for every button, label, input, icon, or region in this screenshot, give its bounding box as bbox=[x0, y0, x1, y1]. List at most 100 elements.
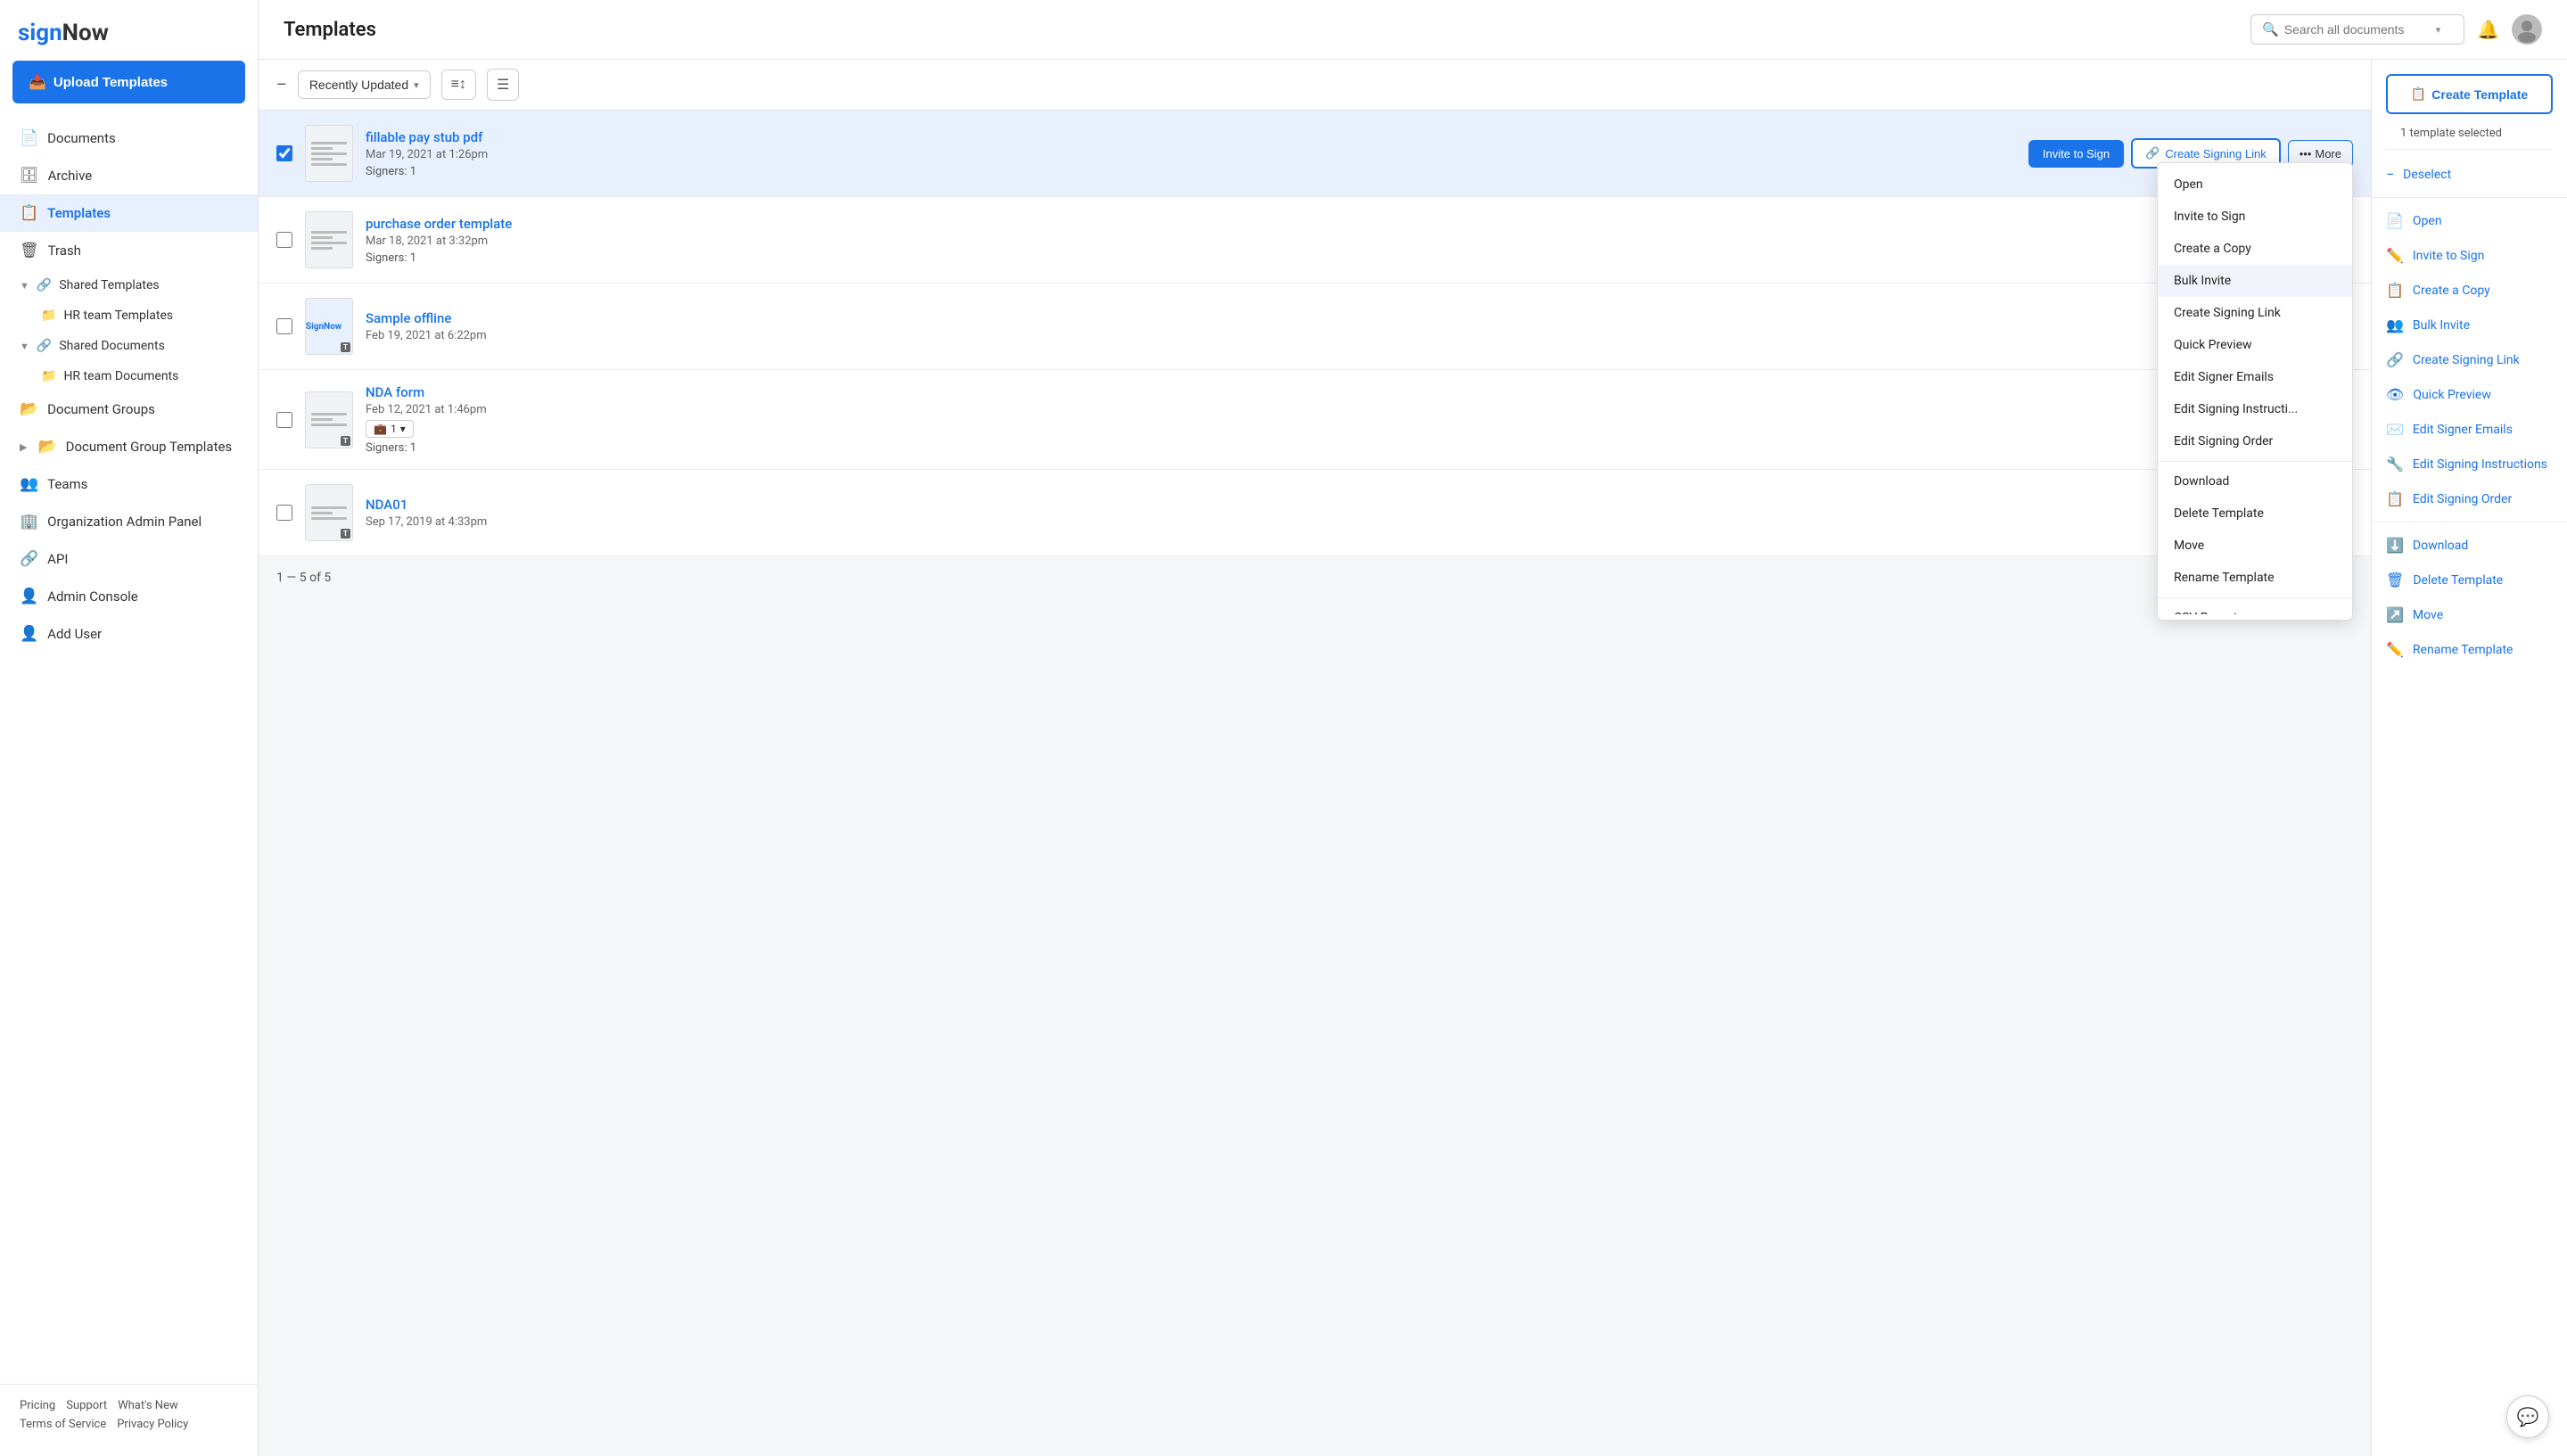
panel-action-edit-signing-order[interactable]: 📋 Edit Signing Order bbox=[2372, 481, 2567, 516]
sort-button[interactable]: Recently Updated ▾ bbox=[298, 70, 431, 99]
doc-thumbnail-1 bbox=[305, 125, 353, 182]
panel-action-open[interactable]: 📄 Open bbox=[2372, 203, 2567, 238]
menu-item-invite-to-sign[interactable]: Invite to Sign bbox=[2158, 201, 2352, 233]
create-template-button[interactable]: 📋 Create Template bbox=[2386, 74, 2553, 114]
doc-checkbox-2[interactable] bbox=[276, 232, 292, 248]
table-row: SignNow T Sample offline Feb 19, 2021 at… bbox=[259, 284, 2371, 370]
doc-name-4[interactable]: NDA form bbox=[366, 384, 424, 400]
doc-info-5: NDA01 Sep 17, 2019 at 4:33pm bbox=[366, 497, 2155, 529]
panel-action-deselect[interactable]: − Deselect bbox=[2372, 157, 2567, 192]
table-row: T NDA01 Sep 17, 2019 at 4:33pm Invite to… bbox=[259, 470, 2371, 556]
privacy-link[interactable]: Privacy Policy bbox=[117, 1418, 188, 1431]
template-badge-3: T bbox=[341, 342, 350, 352]
menu-item-edit-signing-instructions[interactable]: Edit Signing Instructi... bbox=[2158, 393, 2352, 425]
sidebar-item-templates[interactable]: 📋 Templates bbox=[0, 194, 258, 232]
teams-icon: 👥 bbox=[20, 475, 38, 493]
panel-action-delete-template[interactable]: 🗑 Delete Template bbox=[2372, 563, 2567, 597]
doc-date-2: Mar 18, 2021 at 3:32pm bbox=[366, 234, 2155, 248]
menu-item-create-copy[interactable]: Create a Copy bbox=[2158, 233, 2352, 265]
notification-icon[interactable]: 🔔 bbox=[2477, 19, 2499, 40]
sidebar-item-api[interactable]: 🔗 API bbox=[0, 540, 258, 578]
panel-action-edit-signing-instructions[interactable]: 🔧 Edit Signing Instructions bbox=[2372, 447, 2567, 481]
menu-item-bulk-invite[interactable]: Bulk Invite bbox=[2158, 265, 2352, 297]
invite-to-sign-btn-1[interactable]: Invite to Sign bbox=[2028, 140, 2124, 168]
menu-item-quick-preview[interactable]: Quick Preview bbox=[2158, 329, 2352, 361]
search-input[interactable] bbox=[2284, 22, 2427, 37]
api-icon: 🔗 bbox=[20, 550, 38, 568]
menu-item-edit-signing-order[interactable]: Edit Signing Order bbox=[2158, 425, 2352, 457]
menu-item-create-signing-link[interactable]: Create Signing Link bbox=[2158, 297, 2352, 329]
sidebar-item-org-admin[interactable]: 🏢 Organization Admin Panel bbox=[0, 503, 258, 540]
sidebar-item-documents[interactable]: 📄 Documents bbox=[0, 119, 258, 157]
search-dropdown-arrow[interactable]: ▾ bbox=[2436, 24, 2441, 36]
doc-name-3[interactable]: Sample offline bbox=[366, 310, 451, 326]
search-box[interactable]: 🔍 ▾ bbox=[2250, 14, 2464, 45]
doc-name-5[interactable]: NDA01 bbox=[366, 497, 407, 513]
terms-link[interactable]: Terms of Service bbox=[20, 1418, 106, 1431]
menu-item-rename-template[interactable]: Rename Template bbox=[2158, 562, 2352, 594]
pricing-link[interactable]: Pricing bbox=[20, 1399, 55, 1412]
search-icon: 🔍 bbox=[2262, 21, 2279, 37]
panel-action-create-signing-link[interactable]: 🔗 Create Signing Link bbox=[2372, 342, 2567, 377]
shared-templates-section[interactable]: ▼ 🔗 Shared Templates bbox=[0, 269, 258, 301]
sidebar-subitem-hr-documents[interactable]: 📁 HR team Documents bbox=[0, 362, 258, 391]
doc-signers-2: Signers: 1 bbox=[366, 251, 2155, 265]
sidebar-item-trash[interactable]: 🗑 Trash bbox=[0, 232, 258, 269]
document-list-area: – Recently Updated ▾ ≡↕ ☰ bbox=[259, 60, 2371, 1456]
upload-templates-button[interactable]: 📤 Upload Templates bbox=[12, 61, 245, 103]
shared-documents-icon: 🔗 bbox=[37, 339, 52, 353]
panel-action-download[interactable]: ⬇️ Download bbox=[2372, 528, 2567, 563]
sidebar-item-teams[interactable]: 👥 Teams bbox=[0, 465, 258, 503]
folder-icon-2: 📁 bbox=[41, 369, 56, 383]
sidebar-item-document-groups[interactable]: 📂 Document Groups bbox=[0, 391, 258, 428]
menu-item-download[interactable]: Download bbox=[2158, 465, 2352, 498]
upload-icon: 📤 bbox=[29, 73, 46, 91]
sidebar-item-admin-console[interactable]: 👤 Admin Console bbox=[0, 578, 258, 615]
doc-checkbox-5[interactable] bbox=[276, 505, 292, 521]
doc-checkbox-1[interactable] bbox=[276, 145, 292, 161]
sidebar-item-document-group-templates[interactable]: ▶ 📂 Document Group Templates bbox=[0, 428, 258, 465]
chat-button[interactable]: 💬 bbox=[2506, 1395, 2549, 1438]
delete-icon: 🗑 bbox=[2386, 572, 2404, 588]
layout-toggle-button[interactable]: ☰ bbox=[487, 69, 519, 101]
whats-new-link[interactable]: What's New bbox=[118, 1399, 178, 1412]
dgt-expand-icon: ▶ bbox=[20, 441, 27, 453]
org-admin-icon: 🏢 bbox=[20, 513, 38, 531]
doc-name-2[interactable]: purchase order template bbox=[366, 216, 512, 232]
doc-signers-4: Signers: 1 bbox=[366, 441, 2155, 455]
menu-item-move[interactable]: Move bbox=[2158, 530, 2352, 562]
link-icon-1: 🔗 bbox=[2145, 146, 2160, 160]
menu-item-delete-template[interactable]: Delete Template bbox=[2158, 498, 2352, 530]
panel-action-bulk-invite[interactable]: 👥 Bulk Invite bbox=[2372, 308, 2567, 342]
menu-item-csv-report[interactable]: CSV Report bbox=[2158, 602, 2352, 614]
doc-thumbnail-5: T bbox=[305, 484, 353, 541]
template-badge-4: T bbox=[341, 436, 350, 446]
panel-action-rename-template[interactable]: ✏️ Rename Template bbox=[2372, 632, 2567, 667]
sidebar-subitem-hr-templates[interactable]: 📁 HR team Templates bbox=[0, 301, 258, 330]
templates-icon: 📋 bbox=[20, 204, 38, 222]
doc-checkbox-3[interactable] bbox=[276, 318, 292, 334]
content-area: – Recently Updated ▾ ≡↕ ☰ bbox=[259, 60, 2567, 1456]
doc-name-1[interactable]: fillable pay stub pdf bbox=[366, 129, 482, 145]
view-options-button[interactable]: ≡↕ bbox=[441, 70, 476, 100]
panel-action-move[interactable]: ↗️ Move bbox=[2372, 597, 2567, 632]
table-row: fillable pay stub pdf Mar 19, 2021 at 1:… bbox=[259, 111, 2371, 197]
panel-action-create-copy[interactable]: 📋 Create a Copy bbox=[2372, 273, 2567, 308]
bulk-invite-icon: 👥 bbox=[2386, 317, 2404, 333]
menu-item-open[interactable]: Open bbox=[2158, 169, 2352, 201]
support-link[interactable]: Support bbox=[66, 1399, 107, 1412]
dropdown-menu: Open Invite to Sign Create a Copy Bulk I… bbox=[2157, 162, 2353, 621]
shared-documents-section[interactable]: ▼ 🔗 Shared Documents bbox=[0, 330, 258, 362]
panel-action-invite-to-sign[interactable]: ✏️ Invite to Sign bbox=[2372, 238, 2567, 273]
avatar[interactable] bbox=[2512, 14, 2542, 45]
sidebar-item-archive[interactable]: 🗄 Archive bbox=[0, 157, 258, 194]
menu-divider-1 bbox=[2158, 461, 2352, 462]
menu-item-edit-signer-emails[interactable]: Edit Signer Emails bbox=[2158, 361, 2352, 393]
documents-icon: 📄 bbox=[20, 129, 38, 147]
sidebar-item-add-user[interactable]: 👤 Add User bbox=[0, 615, 258, 653]
panel-action-edit-signer-emails[interactable]: ✉️ Edit Signer Emails bbox=[2372, 412, 2567, 447]
doc-checkbox-4[interactable] bbox=[276, 412, 292, 428]
deselect-all-icon[interactable]: – bbox=[276, 76, 287, 95]
doc-group-badge-4[interactable]: 💼 1 ▾ bbox=[366, 420, 414, 438]
panel-action-quick-preview[interactable]: 👁 Quick Preview bbox=[2372, 377, 2567, 412]
